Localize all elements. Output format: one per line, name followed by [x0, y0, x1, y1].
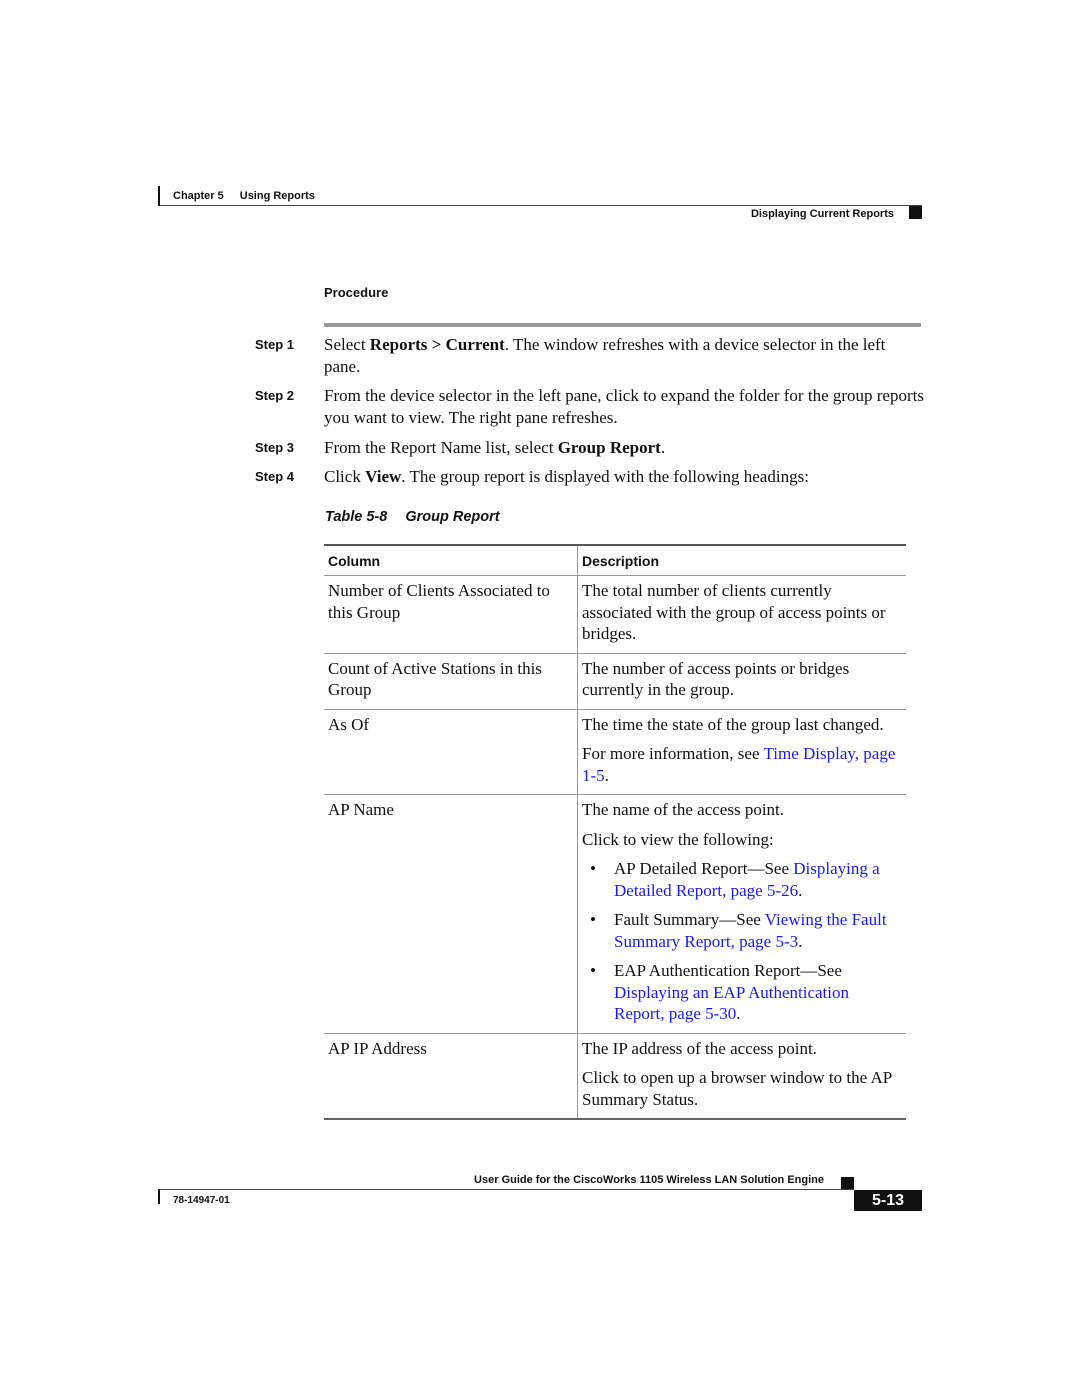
row-column-name: AP IP Address: [324, 1033, 578, 1118]
step-text-part: .: [660, 438, 666, 457]
report-name: Group Report: [557, 438, 661, 457]
table-header-row: Column Description: [324, 546, 906, 576]
procedure-rule: [324, 323, 921, 327]
bullet-icon: •: [590, 961, 596, 980]
row-column-name: As Of: [324, 709, 578, 794]
description-text: The time the state of the group last cha…: [582, 714, 884, 734]
step-text-part: Select: [324, 335, 370, 354]
group-report-table: Column Description Number of Clients Ass…: [324, 544, 906, 1120]
view-button-name: View: [365, 467, 402, 486]
row-column-name: Count of Active Stations in this Group: [324, 653, 578, 709]
row-description: The name of the access point. Click to v…: [578, 795, 906, 1033]
row-description: The time the state of the group last cha…: [578, 710, 906, 795]
bullet-icon: •: [590, 859, 596, 878]
bullet-text: EAP Authentication Report—See: [614, 961, 842, 980]
step-text: Click View. The group report is displaye…: [324, 466, 924, 488]
step-label: Step 1: [255, 337, 295, 352]
bullet-text: AP Detailed Report—See: [614, 859, 794, 878]
more-info-prefix: For more information, see: [582, 744, 764, 763]
chapter-title: Using Reports: [239, 190, 315, 202]
step-label: Step 4: [255, 469, 295, 484]
page-number: 5-13: [854, 1190, 922, 1211]
section-title: Displaying Current Reports: [750, 208, 894, 220]
step-label: Step 3: [255, 440, 295, 455]
table-row: AP Name The name of the access point. Cl…: [324, 795, 906, 1034]
procedure-heading: Procedure: [324, 285, 389, 300]
description-text: The total number of clients currently as…: [582, 581, 886, 643]
footer-left-bar: [158, 1189, 160, 1204]
punctuation: .: [736, 1004, 741, 1023]
description-extra: Click to open up a browser window to the…: [582, 1068, 892, 1109]
header-description: Description: [582, 553, 660, 569]
description-text: The number of access points or bridges c…: [582, 658, 850, 700]
menu-path: Reports > Current: [369, 335, 505, 354]
table-title: Group Report: [405, 509, 500, 525]
table-caption: Table 5-8 Group Report: [325, 509, 500, 525]
bullet-text: Fault Summary—See: [614, 910, 765, 929]
header-column: Column: [324, 546, 578, 575]
more-info: For more information, see Time Display, …: [582, 743, 902, 786]
bullet-item: • Fault Summary—See Viewing the Fault Sum…: [582, 909, 902, 952]
bullet-item: • EAP Authentication Report—See Displayin…: [582, 960, 902, 1025]
row-column-name: Number of Clients Associated to this Gro…: [324, 576, 578, 653]
table-number: Table 5-8: [325, 509, 388, 525]
header-chapter: Chapter 5 Using Reports: [173, 190, 315, 202]
bullet-item: • AP Detailed Report—See Displaying a Det…: [582, 858, 902, 901]
header-block-marker: [909, 206, 922, 219]
table-row: Count of Active Stations in this Group T…: [324, 653, 906, 710]
row-description: The number of access points or bridges c…: [578, 654, 906, 709]
description-text: The IP address of the access point.: [582, 1038, 817, 1058]
punctuation: .: [798, 880, 803, 900]
step-text: From the Report Name list, select Group …: [324, 437, 924, 459]
description-intro: Click to view the following:: [582, 829, 774, 849]
step-text-part: From the Report Name list, select: [324, 438, 558, 457]
step-text: From the device selector in the left pan…: [324, 386, 924, 427]
table-row: Number of Clients Associated to this Gro…: [324, 576, 906, 654]
step-text-part: . The group report is displayed with the…: [401, 467, 809, 486]
row-description: The IP address of the access point. Clic…: [578, 1034, 906, 1119]
row-column-name: AP Name: [324, 795, 578, 1033]
doc-number: 78-14947-01: [173, 1195, 230, 1206]
table-row: AP IP Address The IP address of the acce…: [324, 1033, 906, 1120]
header-rule: [160, 205, 922, 206]
bullet-icon: •: [590, 910, 596, 929]
step-text: Select Reports > Current. The window ref…: [324, 334, 924, 377]
punctuation: .: [798, 931, 803, 951]
row-description: The total number of clients currently as…: [578, 576, 906, 653]
punctuation: .: [604, 765, 609, 785]
table-row: As Of The time the state of the group la…: [324, 709, 906, 795]
footer-rule: [160, 1189, 854, 1190]
chapter-label: Chapter 5: [173, 190, 224, 202]
step-label: Step 2: [255, 388, 295, 403]
guide-title: User Guide for the CiscoWorks 1105 Wirel…: [474, 1174, 824, 1186]
description-text: The name of the access point.: [582, 800, 785, 819]
header-left-bar: [158, 186, 160, 206]
step-text-part: Click: [324, 467, 366, 486]
eap-report-link[interactable]: Displaying an EAP Authentication Report,…: [614, 983, 849, 1024]
